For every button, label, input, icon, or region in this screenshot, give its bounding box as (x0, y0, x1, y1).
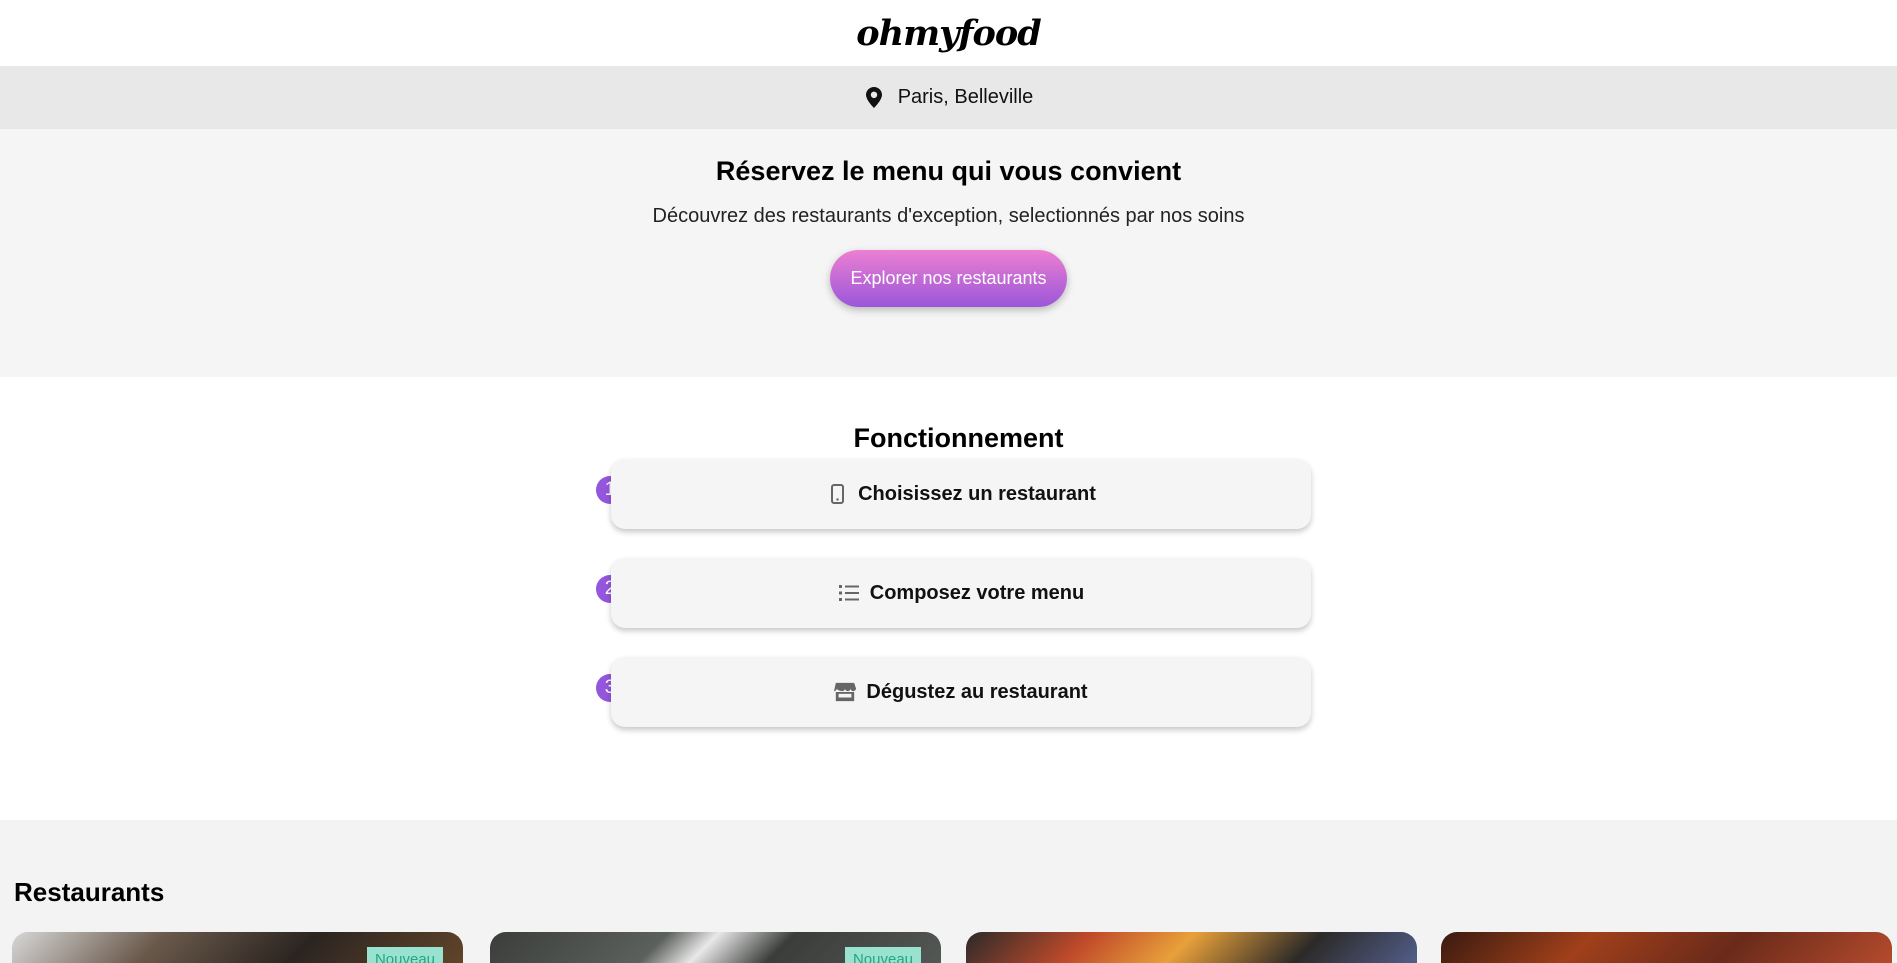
new-badge: Nouveau (844, 947, 921, 963)
restaurant-card[interactable]: Nouveau (12, 932, 463, 963)
hero-section: Réservez le menu qui vous convient Décou… (0, 129, 1897, 377)
list-icon (838, 582, 860, 604)
hero-title: Réservez le menu qui vous convient (715, 156, 1182, 186)
explore-restaurants-button[interactable]: Explorer nos restaurants (830, 250, 1067, 307)
logo-link[interactable]: ohmyfood (856, 13, 1041, 54)
map-pin-icon (864, 87, 884, 109)
site-header: ohmyfood (0, 0, 1897, 66)
step-label: Dégustez au restaurant (866, 680, 1088, 703)
restaurants-section: Restaurants Nouveau Nouveau (0, 820, 1897, 963)
store-icon (834, 681, 857, 703)
restaurant-card[interactable]: Nouveau (490, 932, 941, 963)
location-bar: Paris, Belleville (0, 66, 1897, 129)
mobile-phone-icon (826, 483, 848, 505)
new-badge: Nouveau (366, 947, 443, 963)
step-choose-restaurant[interactable]: Choisissez un restaurant (611, 459, 1311, 529)
how-it-works-title: Fonctionnement (853, 423, 1064, 453)
step-compose-menu[interactable]: Composez votre menu (611, 558, 1311, 628)
step-enjoy-restaurant[interactable]: Dégustez au restaurant (611, 657, 1311, 727)
location-text: Paris, Belleville (897, 86, 1034, 108)
restaurant-card[interactable] (1441, 932, 1892, 963)
hero-subtitle: Découvrez des restaurants d'exception, s… (652, 205, 1245, 227)
how-it-works-section: Fonctionnement 1 Choisissez un restauran… (0, 377, 1897, 820)
restaurants-title: Restaurants (14, 877, 165, 907)
step-label: Composez votre menu (869, 581, 1085, 604)
restaurant-card[interactable] (966, 932, 1417, 963)
step-label: Choisissez un restaurant (858, 482, 1096, 505)
